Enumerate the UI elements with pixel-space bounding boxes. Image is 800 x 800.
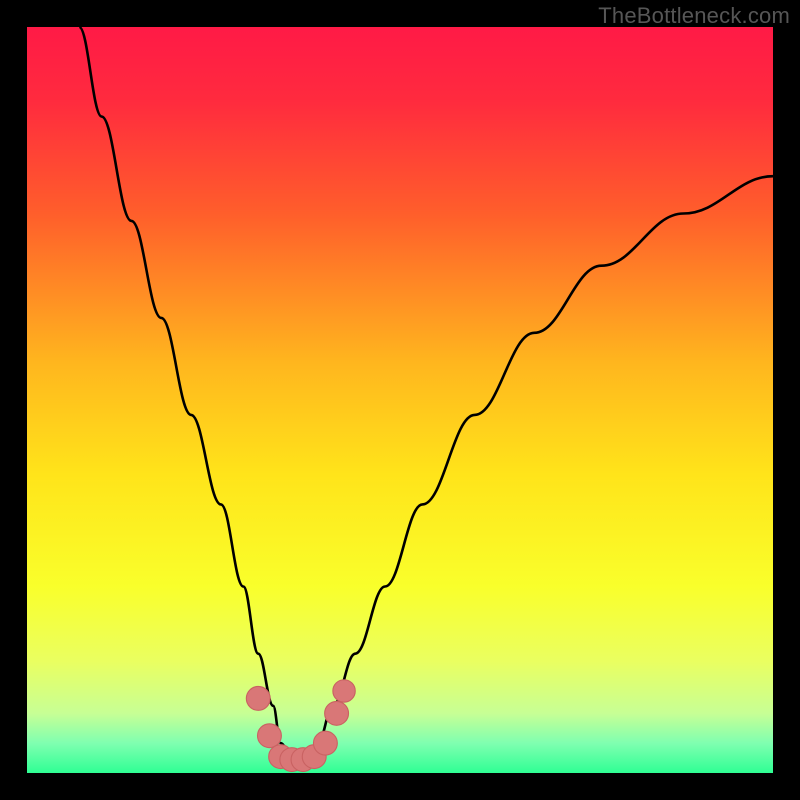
chart-frame: TheBottleneck.com	[0, 0, 800, 800]
chart-background	[27, 27, 773, 773]
highlight-end-dot	[333, 680, 355, 702]
watermark-text: TheBottleneck.com	[598, 3, 790, 29]
bottleneck-chart	[27, 27, 773, 773]
